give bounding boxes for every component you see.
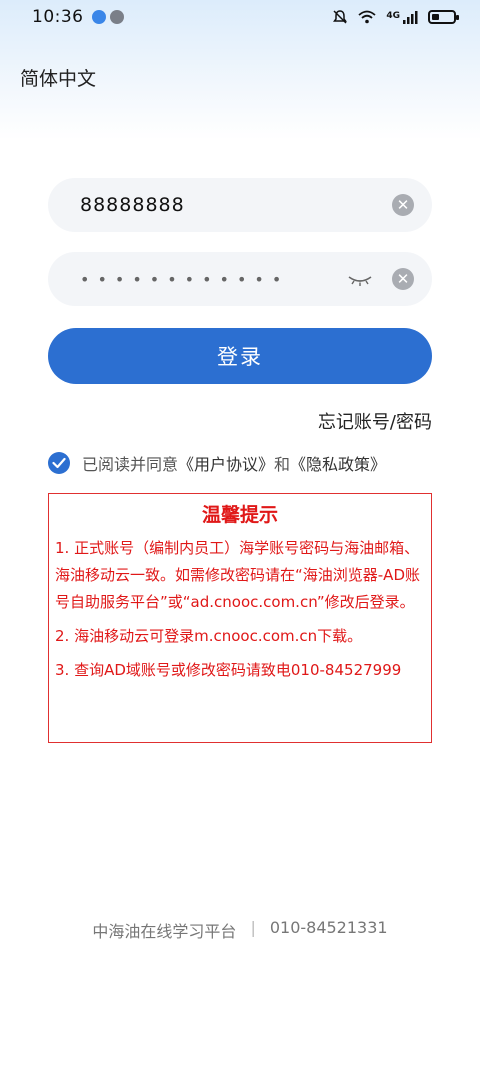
browser-notification-icon [91, 10, 106, 24]
agreement-row: 已阅读并同意 《用户协议》 和 《隐私政策》 [48, 451, 386, 475]
battery-level [432, 14, 439, 20]
mute-bell-icon [333, 10, 348, 24]
user-agreement-link[interactable]: 《用户协议》 [178, 451, 274, 475]
notice-item: 3. 查询AD域账号或修改密码请致电010-84527999 [55, 661, 402, 679]
footer-phone[interactable]: 010-84521331 [270, 918, 388, 942]
privacy-policy-link[interactable]: 《隐私政策》 [290, 451, 386, 475]
agreement-prefix: 已阅读并同意 [82, 455, 179, 474]
login-button[interactable]: 登录 [48, 328, 432, 384]
footer-separator: | [250, 918, 256, 937]
account-input[interactable] [80, 194, 392, 216]
forgot-account-password-link[interactable]: 忘记账号/密码 [318, 408, 432, 434]
notice-item: 1. 正式账号（编制内员工）海学账号密码与海油邮箱、海油移动云一致。如需修改密码… [55, 539, 420, 611]
notice-title: 温馨提示 [201, 504, 278, 526]
password-field: •••••••••••• ✕ [48, 252, 432, 306]
footer-platform-name: 中海油在线学习平台 [92, 922, 237, 941]
status-bar: 10:36 4G [0, 0, 480, 34]
password-input[interactable]: •••••••••••• [80, 270, 346, 289]
clear-password-icon[interactable]: ✕ [392, 268, 414, 290]
status-right: 4G [332, 9, 459, 25]
account-field: ✕ [48, 178, 432, 232]
signal-icon [403, 11, 418, 24]
footer: 中海油在线学习平台 | 010-84521331 [0, 918, 480, 942]
eye-closed-icon[interactable] [346, 269, 374, 289]
agree-checkbox[interactable] [48, 452, 70, 474]
agreement-and: 和 [274, 455, 291, 474]
wechat-notification-icon [109, 10, 124, 24]
network-type-label: 4G [386, 11, 400, 21]
clear-account-icon[interactable]: ✕ [392, 194, 414, 216]
language-switch[interactable]: 简体中文 [20, 64, 96, 91]
notice-item: 2. 海油移动云可登录m.cnooc.com.cn下载。 [55, 627, 363, 645]
battery-icon [428, 10, 459, 24]
check-icon [52, 457, 66, 469]
status-time: 10:36 [32, 7, 84, 27]
wifi-icon [358, 10, 376, 24]
notice-box: 温馨提示 1. 正式账号（编制内员工）海学账号密码与海油邮箱、海油移动云一致。如… [48, 493, 432, 743]
